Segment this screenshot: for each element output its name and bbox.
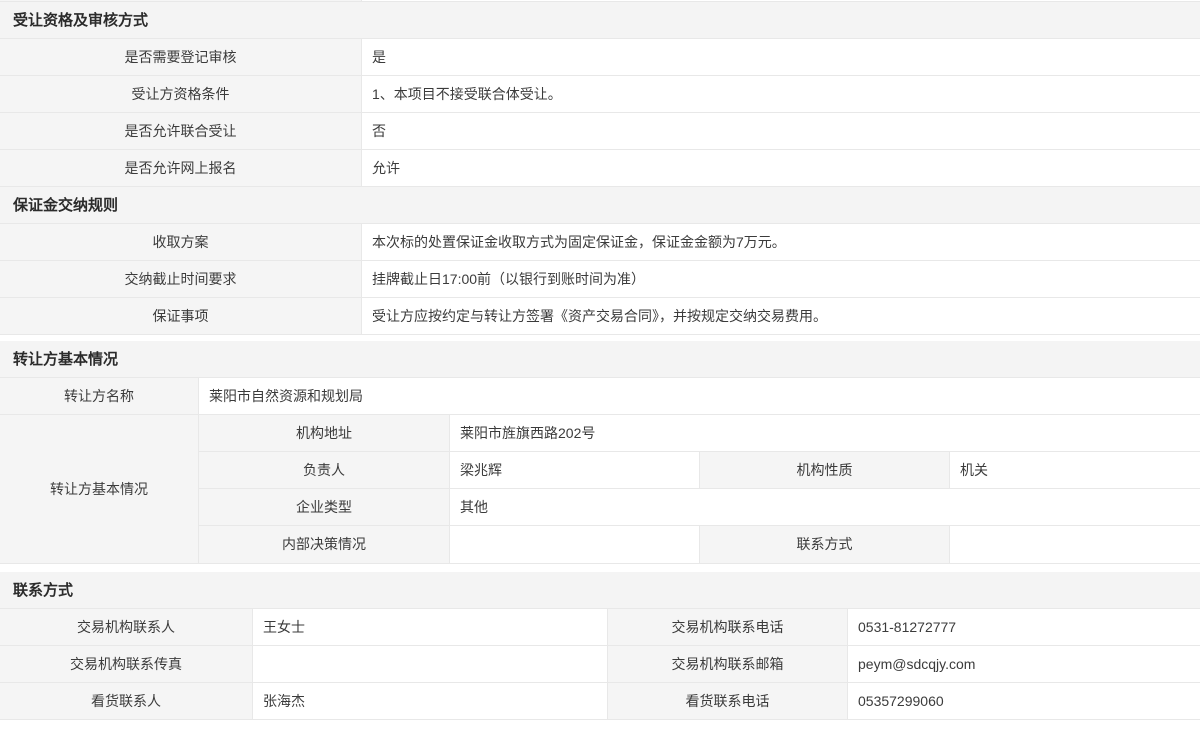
row-value: 本次标的处置保证金收取方式为固定保证金，保证金金额为7万元。 (362, 224, 1200, 260)
table-row: 保证事项 受让方应按约定与转让方签署《资产交易合同》，并按规定交纳交易费用。 (0, 298, 1200, 335)
row-label: 机构地址 (199, 415, 450, 451)
row-value: 挂牌截止日17:00前（以银行到账时间为准） (362, 261, 1200, 297)
row-value: peym@sdcqjy.com (848, 646, 1200, 682)
row-value: 张海杰 (253, 683, 608, 719)
row-value: 其他 (450, 489, 1200, 525)
row-value (253, 646, 608, 682)
contacts-table: 联系方式 交易机构联系人 王女士 交易机构联系电话 0531-81272777 … (0, 572, 1200, 720)
row-label: 受让方资格条件 (0, 76, 362, 112)
row-label: 企业类型 (199, 489, 450, 525)
row-label: 转让方名称 (0, 378, 199, 414)
row-value: 王女士 (253, 609, 608, 645)
table-row: 交纳截止时间要求 挂牌截止日17:00前（以银行到账时间为准） (0, 261, 1200, 298)
row-value: 莱阳市自然资源和规划局 (199, 378, 1200, 414)
row-label: 是否需要登记审核 (0, 39, 362, 75)
row-label: 内部决策情况 (199, 526, 450, 563)
remnant-label-cell (0, 0, 362, 1)
section-title-qualification: 受让资格及审核方式 (0, 2, 1200, 39)
row-value: 否 (362, 113, 1200, 149)
table-row: 受让方资格条件 1、本项目不接受联合体受让。 (0, 76, 1200, 113)
row-value: 梁兆辉 (450, 452, 700, 488)
row-value: 05357299060 (848, 683, 1200, 719)
table-row: 是否允许网上报名 允许 (0, 150, 1200, 187)
transferor-info-table: 转让方基本情况 转让方名称 莱阳市自然资源和规划局 转让方基本情况 机构地址 莱… (0, 341, 1200, 564)
row-value: 是 (362, 39, 1200, 75)
group-rows: 机构地址 莱阳市旌旗西路202号 负责人 梁兆辉 机构性质 机关 企业类型 其他… (199, 415, 1200, 563)
table-row: 内部决策情况 联系方式 (199, 526, 1200, 563)
table-row: 是否需要登记审核 是 (0, 39, 1200, 76)
row-label: 是否允许网上报名 (0, 150, 362, 186)
table-row: 是否允许联合受让 否 (0, 113, 1200, 150)
row-value: 机关 (950, 452, 1200, 488)
table-row: 机构地址 莱阳市旌旗西路202号 (199, 415, 1200, 452)
row-value (450, 526, 700, 563)
row-label: 保证事项 (0, 298, 362, 334)
row-label: 收取方案 (0, 224, 362, 260)
table-row: 企业类型 其他 (199, 489, 1200, 526)
row-value: 莱阳市旌旗西路202号 (450, 415, 1200, 451)
asset-listing-detail-page: 受让资格及审核方式 是否需要登记审核 是 受让方资格条件 1、本项目不接受联合体… (0, 0, 1200, 720)
row-value: 1、本项目不接受联合体受让。 (362, 76, 1200, 112)
group-label: 转让方基本情况 (0, 415, 199, 563)
section-title-deposit-rules: 保证金交纳规则 (0, 187, 1200, 224)
table-row: 交易机构联系传真 交易机构联系邮箱 peym@sdcqjy.com (0, 646, 1200, 683)
row-label: 交易机构联系人 (0, 609, 253, 645)
row-label: 是否允许联合受让 (0, 113, 362, 149)
qualification-and-deposit-table: 受让资格及审核方式 是否需要登记审核 是 受让方资格条件 1、本项目不接受联合体… (0, 2, 1200, 335)
table-row: 交易机构联系人 王女士 交易机构联系电话 0531-81272777 (0, 609, 1200, 646)
row-label: 交纳截止时间要求 (0, 261, 362, 297)
section-title-contacts: 联系方式 (0, 572, 1200, 609)
row-label: 看货联系人 (0, 683, 253, 719)
table-row: 负责人 梁兆辉 机构性质 机关 (199, 452, 1200, 489)
row-label: 看货联系电话 (608, 683, 848, 719)
table-row: 看货联系人 张海杰 看货联系电话 05357299060 (0, 683, 1200, 720)
row-label: 交易机构联系电话 (608, 609, 848, 645)
section-title-transferor: 转让方基本情况 (0, 341, 1200, 378)
row-value: 0531-81272777 (848, 609, 1200, 645)
row-label: 机构性质 (700, 452, 950, 488)
row-label: 负责人 (199, 452, 450, 488)
table-row: 收取方案 本次标的处置保证金收取方式为固定保证金，保证金金额为7万元。 (0, 224, 1200, 261)
row-label: 交易机构联系传真 (0, 646, 253, 682)
row-value: 允许 (362, 150, 1200, 186)
remnant-value-cell (362, 0, 1200, 1)
transferor-name-row: 转让方名称 莱阳市自然资源和规划局 (0, 378, 1200, 415)
transferor-detail-group: 转让方基本情况 机构地址 莱阳市旌旗西路202号 负责人 梁兆辉 机构性质 机关… (0, 415, 1200, 564)
row-value: 受让方应按约定与转让方签署《资产交易合同》，并按规定交纳交易费用。 (362, 298, 1200, 334)
row-value (950, 526, 1200, 563)
row-label: 联系方式 (700, 526, 950, 563)
row-label: 交易机构联系邮箱 (608, 646, 848, 682)
